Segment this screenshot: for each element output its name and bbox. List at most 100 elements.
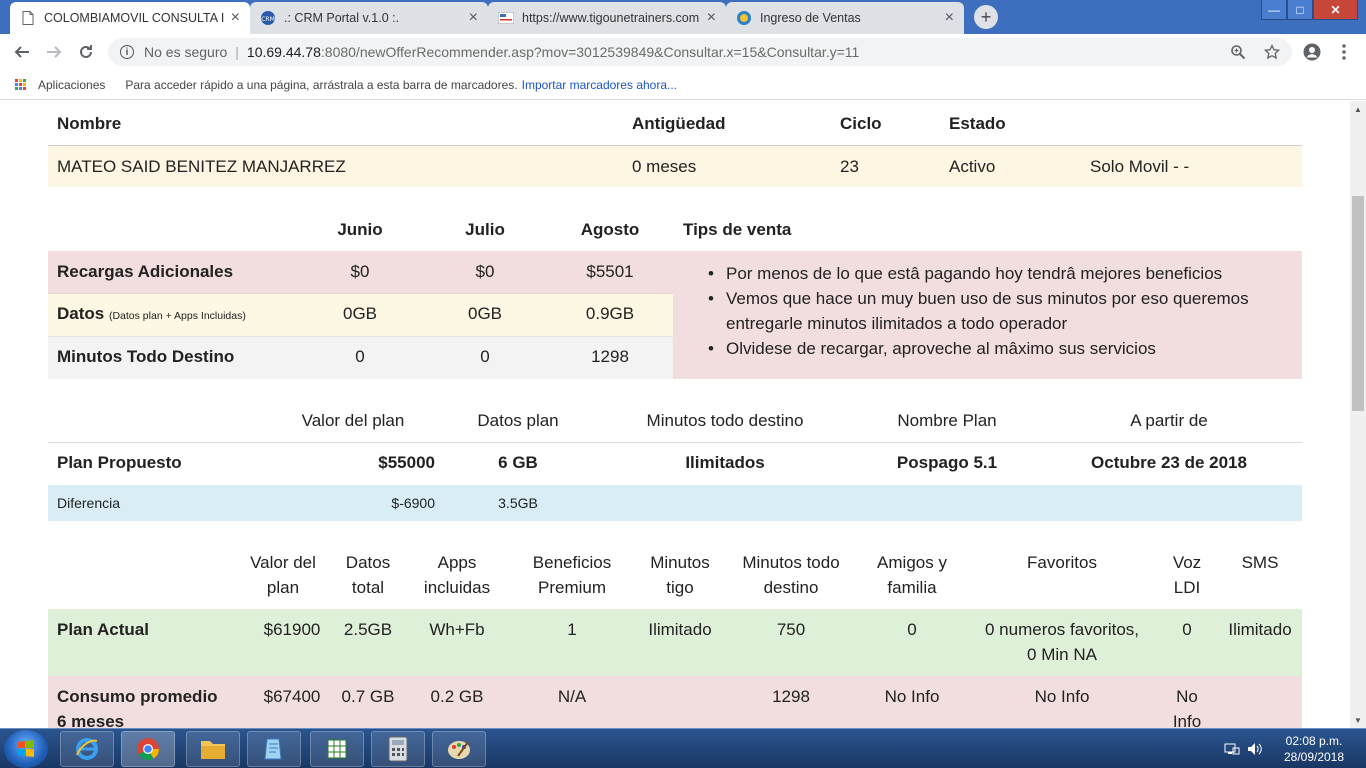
calculator-taskbar-button[interactable] <box>371 731 425 767</box>
scroll-thumb[interactable] <box>1352 196 1364 411</box>
tab-crm-portal[interactable]: CRM .: CRM Portal v.1.0 :. × <box>250 2 488 34</box>
row-label-datos: Datos (Datos plan + Apps Incluidas) <box>57 304 246 324</box>
close-window-button[interactable]: ✕ <box>1313 0 1358 20</box>
current-header: Favoritos <box>1027 553 1097 572</box>
address-bar[interactable]: i No es seguro | 10.69.44.78:8080/newOff… <box>108 38 1292 66</box>
tab-colombiamovil[interactable]: COLOMBIAMOVIL CONSULTA IN × <box>10 2 250 34</box>
consumo-voz: No Info <box>1172 687 1202 728</box>
consumo-cell: $67400 <box>263 687 321 706</box>
plan-propuesto-value: $55000 <box>378 453 435 472</box>
consumo-cell: 0.7 GB <box>341 687 395 706</box>
star-bookmark-icon[interactable] <box>1262 42 1282 62</box>
header-ciclo: Ciclo <box>840 114 882 133</box>
usage-value: 0GB <box>467 304 503 323</box>
internet-explorer-taskbar-button[interactable] <box>60 731 114 767</box>
plan-actual-cell: 1 <box>567 620 577 639</box>
header-antiguedad: Antigüedad <box>632 114 726 133</box>
month-header: Julio <box>465 220 505 239</box>
close-tab-icon[interactable]: × <box>231 9 240 27</box>
usage-value: 0.9GB <box>585 304 635 323</box>
arrow-right-icon <box>47 46 62 58</box>
volume-icon[interactable] <box>1247 741 1263 757</box>
account-icon[interactable] <box>1302 42 1322 62</box>
header-nombre: Nombre <box>57 114 122 133</box>
tab-tigounetrainers[interactable]: https://www.tigounetrainers.com × <box>488 2 726 34</box>
reload-button[interactable] <box>74 40 98 64</box>
diferencia-row <box>48 485 1302 521</box>
current-header: Amigos y familia <box>877 553 947 597</box>
chrome-taskbar-button[interactable] <box>121 731 175 767</box>
minimize-button[interactable]: — <box>1261 0 1287 20</box>
proposal-header: Minutos todo destino <box>646 411 804 430</box>
plan-propuesto-data: 6 GB <box>498 453 538 472</box>
month-header: Junio <box>337 220 383 239</box>
security-label: No es seguro <box>144 44 228 60</box>
client-line-type: Solo Movil - - <box>1090 157 1190 176</box>
url-path: :8080/newOfferRecommender.asp?mov=301253… <box>320 44 860 60</box>
consumo-cell: 1298 <box>772 687 810 706</box>
file-explorer-taskbar-button[interactable] <box>186 731 240 767</box>
consumo-cell: N/A <box>557 687 587 706</box>
clock-date: 28/09/2018 <box>1283 750 1345 764</box>
client-status: Activo <box>949 157 996 176</box>
maximize-button[interactable]: □ <box>1287 0 1313 20</box>
current-header: Valor del plan <box>250 553 316 597</box>
usage-value: $0 <box>350 262 370 281</box>
network-icon[interactable] <box>1224 741 1240 757</box>
close-tab-icon[interactable]: × <box>945 9 954 27</box>
scroll-up-arrow-icon[interactable]: ▲ <box>1350 101 1366 117</box>
row-label-recargas: Recargas Adicionales <box>57 262 234 281</box>
usage-value: 0 <box>355 347 365 366</box>
scroll-down-arrow-icon[interactable]: ▼ <box>1350 712 1366 728</box>
notepad-icon <box>264 738 282 760</box>
windows-logo-icon <box>18 740 34 757</box>
folder-icon <box>201 741 225 759</box>
plan-actual-cell: Ilimitado <box>1228 620 1292 639</box>
apps-grid-icon[interactable] <box>15 78 27 91</box>
current-header: Minutos todo destino <box>742 553 840 597</box>
plan-propuesto-name: Pospago 5.1 <box>896 453 998 472</box>
paint-taskbar-button[interactable] <box>432 731 486 767</box>
globe-icon: CRM <box>260 10 276 26</box>
arrow-left-icon <box>14 46 29 58</box>
back-button[interactable] <box>10 40 34 64</box>
apps-bookmark[interactable]: Aplicaciones <box>38 78 105 92</box>
new-tab-button[interactable]: + <box>974 5 998 29</box>
plan-actual-favorites: 0 numeros favoritos, 0 Min NA <box>984 620 1140 664</box>
usage-value: $0 <box>475 262 495 281</box>
forward-button[interactable] <box>42 40 66 64</box>
close-tab-icon[interactable]: × <box>469 9 478 27</box>
plan-actual-label: Plan Actual <box>57 620 149 639</box>
current-header: Beneficios Premium <box>532 553 612 597</box>
tab-title: Ingreso de Ventas <box>760 11 861 25</box>
notes-taskbar-button[interactable] <box>247 731 301 767</box>
close-tab-icon[interactable]: × <box>707 9 716 27</box>
proposal-header: Datos plan <box>477 411 559 430</box>
system-clock[interactable]: 02:08 p.m. 28/09/2018 <box>1282 733 1346 765</box>
zoom-icon[interactable] <box>1228 42 1248 62</box>
consumo-cell: 0.2 GB <box>430 687 484 706</box>
plan-actual-cell: Wh+Fb <box>429 620 485 639</box>
plan-actual-cell: 2.5GB <box>343 620 393 639</box>
proposal-header: Valor del plan <box>301 411 405 430</box>
tab-ingreso-ventas[interactable]: Ingreso de Ventas × <box>726 2 964 34</box>
url-host: 10.69.44.78 <box>246 44 321 60</box>
plan-actual-cell: 750 <box>776 620 806 639</box>
spreadsheet-taskbar-button[interactable] <box>310 731 364 767</box>
start-button[interactable] <box>4 730 48 768</box>
info-icon[interactable]: i <box>120 45 134 59</box>
divider <box>48 293 673 294</box>
usage-value: $5501 <box>586 262 634 281</box>
diferencia-label: Diferencia <box>57 495 121 511</box>
calculator-icon <box>388 736 408 762</box>
clock-time: 02:08 p.m. <box>1285 734 1343 748</box>
diferencia-value: $-6900 <box>391 495 435 511</box>
import-bookmarks-link[interactable]: Importar marcadores ahora... <box>522 78 677 92</box>
page-scrollbar[interactable]: ▲ ▼ <box>1350 101 1366 728</box>
plan-propuesto-minutes: Ilimitados <box>685 453 765 472</box>
menu-kebab-icon[interactable] <box>1334 42 1354 62</box>
current-header: Apps incluidas <box>423 553 491 597</box>
spreadsheet-icon <box>327 739 347 759</box>
divider <box>48 442 1302 443</box>
usage-value: 1298 <box>591 347 629 366</box>
